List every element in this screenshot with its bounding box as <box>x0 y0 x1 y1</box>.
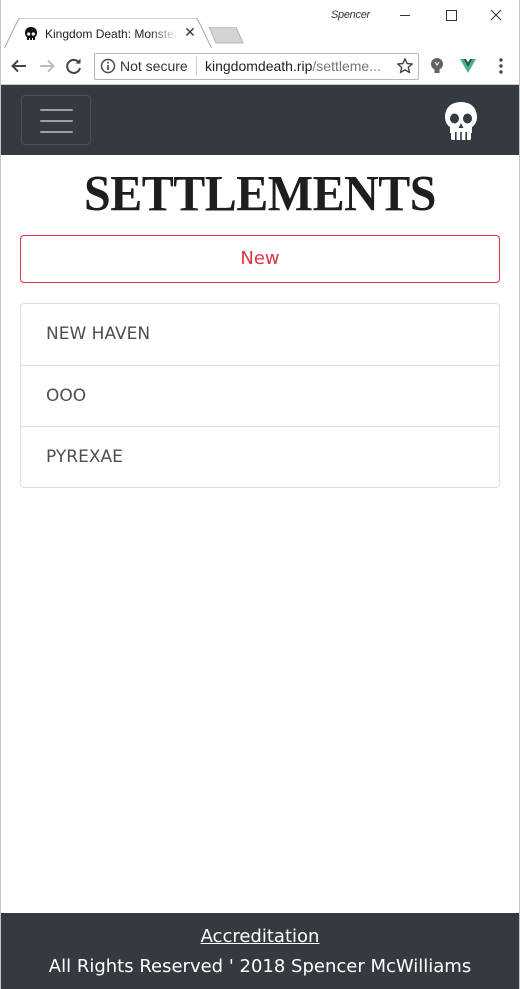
url-host: kingdomdeath.rip <box>205 58 313 74</box>
info-icon[interactable] <box>100 58 116 74</box>
close-icon[interactable] <box>485 6 507 24</box>
omnibox-divider <box>196 57 197 75</box>
profile-name[interactable]: Spencer <box>331 9 370 21</box>
skull-icon[interactable] <box>442 101 480 141</box>
hamburger-bar <box>40 120 73 122</box>
copyright-text: All Rights Reserved ' 2018 Spencer McWil… <box>48 956 472 977</box>
url-text[interactable]: kingdomdeath.rip/settleme... <box>205 58 387 76</box>
forward-arrow-icon[interactable] <box>37 56 57 76</box>
security-status[interactable]: Not secure <box>120 58 188 74</box>
new-settlement-button[interactable]: New <box>20 235 500 283</box>
page-title: SETTLEMENTS <box>84 166 436 223</box>
minimize-icon[interactable] <box>394 6 416 24</box>
tab-close-icon[interactable]: ✕ <box>183 25 197 41</box>
hamburger-bar <box>40 131 73 133</box>
tab-title: Kingdom Death: Monster <box>45 27 177 41</box>
kebab-menu-icon[interactable] <box>495 56 507 76</box>
new-tab-button[interactable] <box>208 27 244 44</box>
hamburger-menu-button[interactable] <box>21 95 91 145</box>
maximize-icon[interactable] <box>440 6 462 24</box>
settlement-list-item[interactable]: NEW HAVEN <box>21 304 499 365</box>
reload-icon[interactable] <box>64 56 84 76</box>
footer-link-wrapper: Accreditation <box>0 925 520 949</box>
settlement-list: NEW HAVEN OOO PYREXAE <box>20 303 500 488</box>
hamburger-bar <box>40 109 73 111</box>
skull-icon <box>25 27 37 40</box>
settlement-list-item[interactable]: OOO <box>21 365 499 426</box>
window-border <box>0 0 1 989</box>
vue-devtools-icon[interactable] <box>459 57 477 75</box>
lightbulb-extension-icon[interactable] <box>428 56 446 76</box>
settlement-list-item[interactable]: PYREXAE <box>21 426 499 487</box>
url-path: /settleme... <box>312 58 381 74</box>
star-icon[interactable] <box>396 57 414 75</box>
accreditation-link[interactable]: Accreditation <box>201 926 320 947</box>
back-arrow-icon[interactable] <box>9 56 29 76</box>
